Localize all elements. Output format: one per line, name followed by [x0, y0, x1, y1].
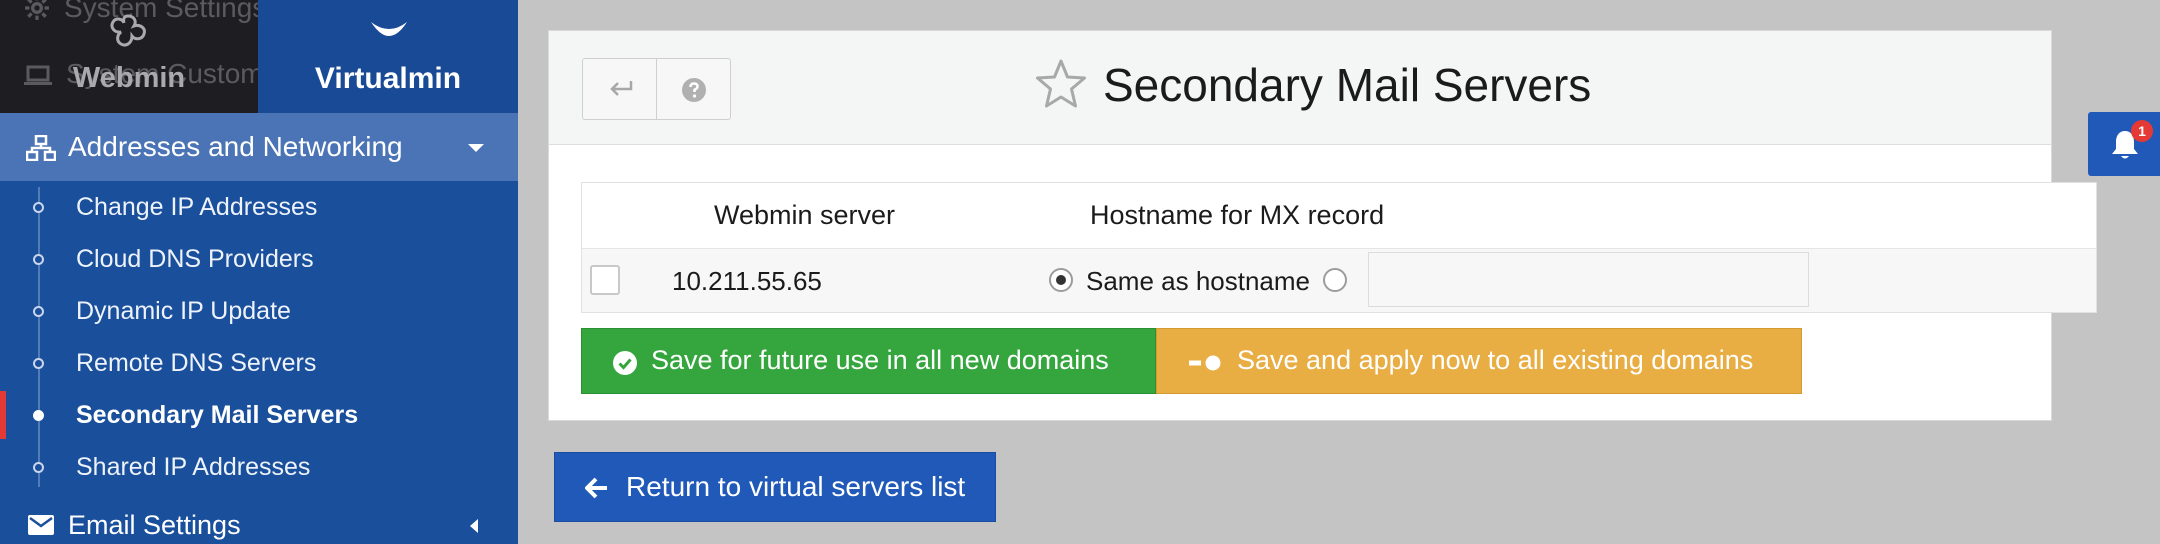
sidebar-item-label: Remote DNS Servers [76, 349, 317, 377]
toggle-on-icon [1189, 355, 1221, 371]
column-header-mx-hostname: Hostname for MX record [1090, 200, 1385, 230]
save-future-button[interactable]: Save for future use in all new domains [581, 328, 1156, 394]
bullet-icon [33, 410, 44, 421]
question-circle-icon [682, 78, 706, 102]
ghost-row-label: System Settings [64, 0, 258, 23]
sidebar-item-label: Secondary Mail Servers [76, 401, 359, 429]
content-panel: Secondary Mail Servers Webmin server Hos… [548, 30, 2097, 421]
envelope-icon [28, 515, 54, 535]
table-header: Webmin server Hostname for MX record [582, 183, 2096, 249]
star-icon[interactable] [1034, 58, 1088, 110]
sidebar-item-shared-ip-addresses[interactable]: Shared IP Addresses [0, 441, 518, 493]
bullet-icon [33, 306, 44, 317]
radio-same-as-hostname[interactable] [1049, 268, 1073, 292]
caret-down-icon [468, 144, 484, 152]
bullet-icon [33, 462, 44, 473]
sidebar-item-remote-dns-servers[interactable]: Remote DNS Servers [0, 337, 518, 389]
check-circle-icon [613, 351, 637, 375]
tab-virtualmin[interactable]: Virtualmin [258, 0, 518, 113]
table-row: 10.211.55.65 Same as hostname [582, 249, 2096, 312]
network-icon [26, 135, 56, 161]
save-future-label: Save for future use in all new domains [651, 345, 1109, 375]
sidebar-item-secondary-mail-servers[interactable]: Secondary Mail Servers [0, 389, 518, 441]
return-to-virtual-servers-button[interactable]: Return to virtual servers list [554, 452, 996, 522]
tab-webmin-label: Webmin [72, 62, 186, 94]
server-select-checkbox[interactable] [590, 265, 620, 295]
sidebar-item-change-ip-addresses[interactable]: Change IP Addresses [0, 181, 518, 233]
active-marker [0, 391, 6, 439]
radio-custom-hostname[interactable] [1323, 268, 1347, 292]
column-header-webmin-server: Webmin server [714, 200, 896, 230]
arrow-left-icon [585, 477, 607, 499]
servers-table: Webmin server Hostname for MX record 10.… [581, 182, 2097, 313]
save-apply-label: Save and apply now to all existing domai… [1237, 345, 1754, 375]
sidebar-section-label: Email Settings [68, 510, 241, 540]
sidebar-tabs: System Settings System Customization Web… [0, 0, 518, 113]
server-ip: 10.211.55.65 [672, 266, 822, 296]
sidebar-section-email-settings[interactable]: Email Settings [0, 504, 518, 544]
gear-icon [25, 0, 49, 20]
notifications-button[interactable]: 1 [2088, 112, 2160, 176]
tab-webmin[interactable]: System Settings System Customization Web… [0, 0, 258, 113]
caret-left-icon [470, 519, 478, 533]
return-arrow-icon [610, 81, 633, 96]
sidebar-item-label: Change IP Addresses [76, 193, 318, 221]
help-button[interactable] [656, 58, 731, 120]
back-button[interactable] [582, 58, 657, 120]
radio-same-as-hostname-label[interactable]: Same as hostname [1086, 266, 1310, 297]
sidebar-item-label: Dynamic IP Update [76, 297, 291, 325]
bullet-icon [33, 202, 44, 213]
virtualmin-logo-icon [371, 22, 407, 36]
return-button-label: Return to virtual servers list [626, 471, 966, 502]
webmin-logo-icon [110, 14, 146, 47]
sidebar-section-label: Addresses and Networking [68, 131, 403, 162]
panel-header: Secondary Mail Servers [549, 31, 2051, 145]
save-apply-button[interactable]: Save and apply now to all existing domai… [1156, 328, 1802, 394]
sidebar-item-cloud-dns-providers[interactable]: Cloud DNS Providers [0, 233, 518, 285]
tab-virtualmin-label: Virtualmin [314, 62, 462, 95]
sidebar-item-dynamic-ip-update[interactable]: Dynamic IP Update [0, 285, 518, 337]
sidebar-item-label: Shared IP Addresses [76, 453, 311, 481]
page-title: Secondary Mail Servers [1103, 59, 1592, 111]
sidebar: System Settings System Customization Web… [0, 0, 518, 544]
notification-count-badge: 1 [2131, 120, 2153, 142]
mx-hostname-input[interactable] [1368, 252, 1809, 307]
bullet-icon [33, 358, 44, 369]
bullet-icon [33, 254, 44, 265]
sidebar-item-label: Cloud DNS Providers [76, 245, 314, 273]
sidebar-section-addresses-networking[interactable]: Addresses and Networking [0, 113, 518, 181]
